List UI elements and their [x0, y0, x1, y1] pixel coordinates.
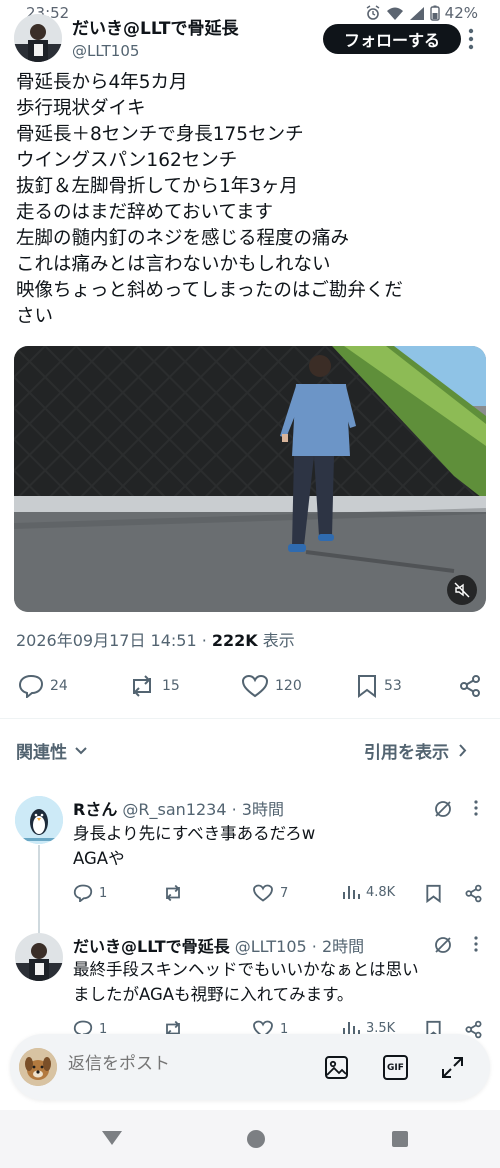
tweet-line: 左脚の髄内釘のネジを感じる程度の痛み — [16, 228, 350, 249]
views-label: 表示 — [262, 631, 295, 650]
reply-more-icon[interactable] — [474, 936, 478, 952]
reply-like-action[interactable]: 7 — [252, 884, 288, 902]
share-icon[interactable] — [458, 674, 482, 698]
reply-reply-action[interactable]: 1 — [73, 884, 107, 902]
reply-line: 身長より先にすべき事あるだろw — [73, 824, 316, 843]
sort-relevance-dropdown[interactable]: 関連性 — [16, 738, 87, 763]
heart-icon — [241, 674, 269, 698]
reply-line: 最終手段スキンヘッドでもいいかなぁとは思い — [73, 960, 419, 979]
reply-count: 1 — [99, 885, 108, 901]
tweet-timestamp[interactable]: 2026年09月17日 14:51 — [16, 631, 197, 650]
grok-icon[interactable] — [432, 798, 454, 820]
reply-icon — [73, 884, 93, 902]
tweet-line: 歩行現状ダイキ — [16, 98, 146, 119]
reply-text: 最終手段スキンヘッドでもいいかなぁとは思い ましたがAGAも視野に入れてみます。 — [73, 957, 419, 1007]
reply-more-icon[interactable] — [474, 800, 478, 816]
reply-repost-action[interactable] — [162, 884, 190, 902]
signal-icon — [409, 6, 425, 21]
views-count: 222K — [211, 631, 258, 650]
grok-icon[interactable] — [432, 934, 454, 956]
more-options-icon[interactable] — [468, 28, 474, 50]
reply-handle-time[interactable]: @LLT105 · 2時間 — [235, 937, 364, 956]
mute-icon[interactable] — [447, 575, 477, 605]
reply-input[interactable] — [68, 1054, 289, 1074]
sort-label: 関連性 — [16, 743, 67, 763]
repost-action[interactable]: 15 — [128, 674, 180, 698]
battery-percent: 42% — [444, 4, 478, 22]
quotes-label: 引用を表示 — [364, 743, 449, 763]
reply-icon — [18, 674, 44, 698]
status-icons: 42% — [365, 4, 478, 22]
tweet-line: さい — [16, 306, 54, 327]
repost-count: 15 — [162, 678, 180, 694]
tweet-line: 骨延長から4年5カ月 — [16, 72, 188, 93]
reply-author-name[interactable]: だいき@LLTで骨延長 — [73, 937, 230, 956]
reply-count: 24 — [50, 678, 68, 694]
reply-avatar[interactable] — [15, 796, 63, 844]
tweet-video[interactable] — [14, 346, 486, 612]
tweet-line: 映像ちょっと斜めってしまったのはご勘弁くだ — [16, 280, 403, 301]
repost-icon — [128, 674, 156, 698]
meta-separator: · — [201, 631, 212, 650]
battery-icon — [429, 5, 440, 21]
repost-icon — [162, 884, 184, 902]
expand-icon[interactable] — [440, 1055, 465, 1080]
bookmark-count: 53 — [384, 678, 402, 694]
reply-header: Rさん @R_san1234 · 3時間 — [73, 796, 284, 820]
view-quotes-link[interactable]: 引用を表示 — [364, 738, 467, 763]
reply-handle-time[interactable]: @R_san1234 · 3時間 — [122, 800, 284, 819]
tweet-line: 走るのはまだ辞めておいてます — [16, 202, 273, 223]
divider — [0, 718, 500, 719]
tweet-text: 骨延長から4年5カ月 歩行現状ダイキ 骨延長＋8センチで身長175センチ ウイン… — [16, 70, 486, 330]
chevron-down-icon — [75, 746, 87, 755]
chevron-right-icon — [459, 744, 467, 757]
nav-recents-icon[interactable] — [391, 1130, 409, 1148]
gif-button[interactable]: GIF — [383, 1055, 408, 1080]
like-count: 7 — [280, 885, 289, 901]
bookmark-action[interactable]: 53 — [356, 674, 402, 698]
follow-button[interactable]: フォローする — [323, 24, 461, 54]
nav-home-icon[interactable] — [246, 1129, 266, 1149]
reply-author-name[interactable]: Rさん — [73, 800, 117, 819]
reply-action[interactable]: 24 — [18, 674, 68, 698]
reply-share-icon[interactable] — [464, 884, 483, 903]
like-count: 120 — [275, 678, 302, 694]
reply-header: だいき@LLTで骨延長 @LLT105 · 2時間 — [73, 933, 364, 957]
reply-views-action[interactable]: 4.8K — [342, 884, 395, 900]
tweet-line: 抜釘＆左脚骨折してから1年3ヶ月 — [16, 176, 298, 197]
tweet-meta: 2026年09月17日 14:51 · 222K 表示 — [16, 627, 295, 651]
reply-line: AGAや — [73, 849, 125, 868]
like-action[interactable]: 120 — [241, 674, 302, 698]
author-handle[interactable]: @LLT105 — [72, 42, 139, 60]
author-display-name[interactable]: だいき@LLTで骨延長 — [72, 14, 238, 39]
reply-composer: GIF — [10, 1034, 490, 1100]
views-icon — [342, 884, 360, 900]
my-avatar — [19, 1048, 57, 1086]
author-avatar[interactable] — [14, 14, 62, 62]
bookmark-icon — [356, 674, 378, 698]
reply-bookmark-icon[interactable] — [425, 884, 442, 903]
image-icon[interactable] — [324, 1055, 349, 1080]
wifi-icon — [386, 6, 404, 21]
tweet-line: これは痛みとは言わないかもしれない — [16, 254, 331, 275]
reply-line: ましたがAGAも視野に入れてみます。 — [73, 985, 354, 1004]
nav-back-icon[interactable] — [101, 1130, 123, 1146]
thread-line — [38, 845, 40, 933]
heart-icon — [252, 884, 274, 902]
reply-text: 身長より先にすべき事あるだろw AGAや — [73, 821, 315, 871]
views-count: 4.8K — [366, 884, 396, 900]
tweet-line: 骨延長＋8センチで身長175センチ — [16, 124, 304, 145]
alarm-icon — [365, 5, 381, 21]
system-nav-bar — [0, 1110, 500, 1168]
reply-avatar[interactable] — [15, 933, 63, 981]
tweet-line: ウイングスパン162センチ — [16, 150, 238, 171]
